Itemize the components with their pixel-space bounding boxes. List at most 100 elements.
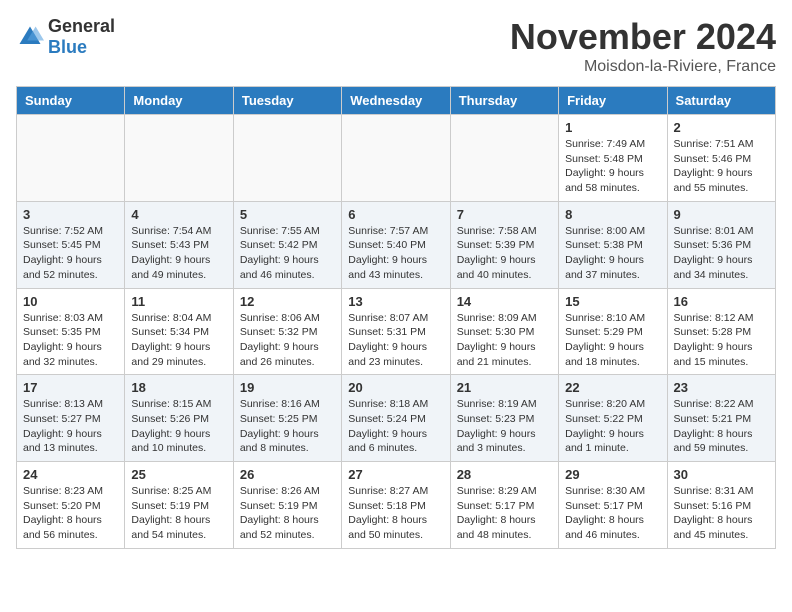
day-number: 16	[674, 294, 769, 309]
day-info: Sunrise: 7:55 AM Sunset: 5:42 PM Dayligh…	[240, 224, 335, 283]
day-number: 3	[23, 207, 118, 222]
day-number: 28	[457, 467, 552, 482]
calendar-cell: 11 Sunrise: 8:04 AM Sunset: 5:34 PM Dayli…	[125, 288, 233, 375]
calendar-cell: 6 Sunrise: 7:57 AM Sunset: 5:40 PM Daylig…	[342, 201, 450, 288]
calendar-cell: 18 Sunrise: 8:15 AM Sunset: 5:26 PM Dayli…	[125, 375, 233, 462]
calendar-cell: 24Sunrise: 8:23 AM Sunset: 5:20 PM Dayli…	[17, 462, 125, 549]
day-number: 29	[565, 467, 660, 482]
calendar-cell: 1 Sunrise: 7:49 AM Sunset: 5:48 PM Daylig…	[559, 115, 667, 202]
day-info: Sunrise: 8:16 AM Sunset: 5:25 PM Dayligh…	[240, 397, 335, 456]
day-info: Sunrise: 7:52 AM Sunset: 5:45 PM Dayligh…	[23, 224, 118, 283]
day-number: 14	[457, 294, 552, 309]
calendar-cell: 23 Sunrise: 8:22 AM Sunset: 5:21 PM Dayli…	[667, 375, 775, 462]
location-label: Moisdon-la-Riviere, France	[510, 58, 776, 76]
calendar-cell: 5 Sunrise: 7:55 AM Sunset: 5:42 PM Daylig…	[233, 201, 341, 288]
calendar-cell: 20 Sunrise: 8:18 AM Sunset: 5:24 PM Dayli…	[342, 375, 450, 462]
day-number: 6	[348, 207, 443, 222]
day-number: 5	[240, 207, 335, 222]
calendar-cell: 25 Sunrise: 8:25 AM Sunset: 5:19 PM Dayli…	[125, 462, 233, 549]
calendar-cell: 19 Sunrise: 8:16 AM Sunset: 5:25 PM Dayli…	[233, 375, 341, 462]
day-number: 12	[240, 294, 335, 309]
day-number: 27	[348, 467, 443, 482]
day-info: Sunrise: 8:04 AM Sunset: 5:34 PM Dayligh…	[131, 311, 226, 370]
logo-general: General	[48, 16, 115, 36]
weekday-header-saturday: Saturday	[667, 87, 775, 115]
calendar-table: SundayMondayTuesdayWednesdayThursdayFrid…	[16, 86, 776, 549]
day-info: Sunrise: 8:13 AM Sunset: 5:27 PM Dayligh…	[23, 397, 118, 456]
calendar-cell: 21 Sunrise: 8:19 AM Sunset: 5:23 PM Dayli…	[450, 375, 558, 462]
calendar-week-row: 1 Sunrise: 7:49 AM Sunset: 5:48 PM Daylig…	[17, 115, 776, 202]
calendar-cell: 30Sunrise: 8:31 AM Sunset: 5:16 PM Dayli…	[667, 462, 775, 549]
day-number: 25	[131, 467, 226, 482]
day-info: Sunrise: 8:18 AM Sunset: 5:24 PM Dayligh…	[348, 397, 443, 456]
calendar-week-row: 10 Sunrise: 8:03 AM Sunset: 5:35 PM Dayli…	[17, 288, 776, 375]
calendar-cell: 13 Sunrise: 8:07 AM Sunset: 5:31 PM Dayli…	[342, 288, 450, 375]
weekday-header-friday: Friday	[559, 87, 667, 115]
calendar-cell	[233, 115, 341, 202]
day-info: Sunrise: 8:30 AM Sunset: 5:17 PM Dayligh…	[565, 484, 660, 543]
day-info: Sunrise: 8:22 AM Sunset: 5:21 PM Dayligh…	[674, 397, 769, 456]
day-number: 4	[131, 207, 226, 222]
calendar-week-row: 3 Sunrise: 7:52 AM Sunset: 5:45 PM Daylig…	[17, 201, 776, 288]
calendar-cell: 10 Sunrise: 8:03 AM Sunset: 5:35 PM Dayli…	[17, 288, 125, 375]
day-number: 23	[674, 380, 769, 395]
calendar-cell: 17 Sunrise: 8:13 AM Sunset: 5:27 PM Dayli…	[17, 375, 125, 462]
day-info: Sunrise: 8:07 AM Sunset: 5:31 PM Dayligh…	[348, 311, 443, 370]
day-info: Sunrise: 8:15 AM Sunset: 5:26 PM Dayligh…	[131, 397, 226, 456]
day-number: 11	[131, 294, 226, 309]
weekday-header-monday: Monday	[125, 87, 233, 115]
calendar-cell: 14 Sunrise: 8:09 AM Sunset: 5:30 PM Dayli…	[450, 288, 558, 375]
day-number: 2	[674, 120, 769, 135]
day-info: Sunrise: 7:57 AM Sunset: 5:40 PM Dayligh…	[348, 224, 443, 283]
header: General Blue November 2024 Moisdon-la-Ri…	[16, 16, 776, 76]
calendar-cell: 15 Sunrise: 8:10 AM Sunset: 5:29 PM Dayli…	[559, 288, 667, 375]
day-info: Sunrise: 8:19 AM Sunset: 5:23 PM Dayligh…	[457, 397, 552, 456]
day-info: Sunrise: 8:09 AM Sunset: 5:30 PM Dayligh…	[457, 311, 552, 370]
weekday-header-tuesday: Tuesday	[233, 87, 341, 115]
logo: General Blue	[16, 16, 115, 58]
day-info: Sunrise: 8:01 AM Sunset: 5:36 PM Dayligh…	[674, 224, 769, 283]
calendar-cell	[125, 115, 233, 202]
day-number: 18	[131, 380, 226, 395]
day-info: Sunrise: 8:29 AM Sunset: 5:17 PM Dayligh…	[457, 484, 552, 543]
weekday-header-wednesday: Wednesday	[342, 87, 450, 115]
logo-icon	[16, 23, 44, 51]
calendar-cell	[17, 115, 125, 202]
day-number: 9	[674, 207, 769, 222]
logo-blue: Blue	[48, 37, 87, 57]
day-number: 10	[23, 294, 118, 309]
day-number: 20	[348, 380, 443, 395]
day-number: 1	[565, 120, 660, 135]
calendar-week-row: 24Sunrise: 8:23 AM Sunset: 5:20 PM Dayli…	[17, 462, 776, 549]
day-info: Sunrise: 8:03 AM Sunset: 5:35 PM Dayligh…	[23, 311, 118, 370]
calendar-cell: 26Sunrise: 8:26 AM Sunset: 5:19 PM Dayli…	[233, 462, 341, 549]
day-info: Sunrise: 8:27 AM Sunset: 5:18 PM Dayligh…	[348, 484, 443, 543]
day-number: 15	[565, 294, 660, 309]
day-info: Sunrise: 7:54 AM Sunset: 5:43 PM Dayligh…	[131, 224, 226, 283]
calendar-cell: 29 Sunrise: 8:30 AM Sunset: 5:17 PM Dayli…	[559, 462, 667, 549]
day-number: 21	[457, 380, 552, 395]
calendar-cell: 16 Sunrise: 8:12 AM Sunset: 5:28 PM Dayli…	[667, 288, 775, 375]
day-info: Sunrise: 8:12 AM Sunset: 5:28 PM Dayligh…	[674, 311, 769, 370]
day-number: 7	[457, 207, 552, 222]
weekday-header-sunday: Sunday	[17, 87, 125, 115]
day-info: Sunrise: 8:10 AM Sunset: 5:29 PM Dayligh…	[565, 311, 660, 370]
day-number: 13	[348, 294, 443, 309]
day-number: 19	[240, 380, 335, 395]
calendar-cell: 27 Sunrise: 8:27 AM Sunset: 5:18 PM Dayli…	[342, 462, 450, 549]
day-number: 17	[23, 380, 118, 395]
day-info: Sunrise: 8:20 AM Sunset: 5:22 PM Dayligh…	[565, 397, 660, 456]
calendar-cell: 7Sunrise: 7:58 AM Sunset: 5:39 PM Daylig…	[450, 201, 558, 288]
calendar-cell: 9 Sunrise: 8:01 AM Sunset: 5:36 PM Daylig…	[667, 201, 775, 288]
day-info: Sunrise: 7:49 AM Sunset: 5:48 PM Dayligh…	[565, 137, 660, 196]
day-info: Sunrise: 8:31 AM Sunset: 5:16 PM Dayligh…	[674, 484, 769, 543]
title-section: November 2024 Moisdon-la-Riviere, France	[510, 16, 776, 76]
day-number: 26	[240, 467, 335, 482]
calendar-cell	[450, 115, 558, 202]
month-year-title: November 2024	[510, 16, 776, 58]
day-info: Sunrise: 8:25 AM Sunset: 5:19 PM Dayligh…	[131, 484, 226, 543]
calendar-cell: 4 Sunrise: 7:54 AM Sunset: 5:43 PM Daylig…	[125, 201, 233, 288]
calendar-cell: 12Sunrise: 8:06 AM Sunset: 5:32 PM Dayli…	[233, 288, 341, 375]
day-info: Sunrise: 8:23 AM Sunset: 5:20 PM Dayligh…	[23, 484, 118, 543]
calendar-cell	[342, 115, 450, 202]
